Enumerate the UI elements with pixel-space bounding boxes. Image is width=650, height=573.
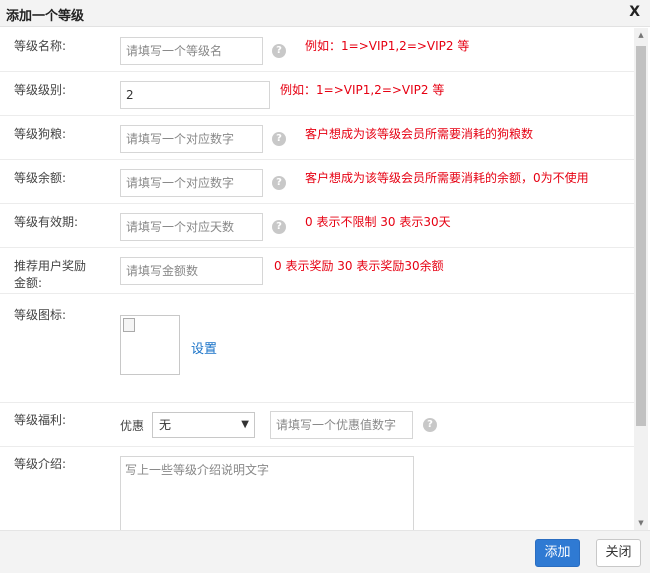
- icon-label: 等级图标:: [14, 308, 67, 322]
- dog-food-hint: 客户想成为该等级会员所需要消耗的狗粮数: [305, 127, 534, 141]
- level-icon-image[interactable]: [120, 315, 180, 375]
- scrollbar-thumb[interactable]: [636, 46, 646, 426]
- discount-label: 优惠: [120, 419, 145, 433]
- referral-input[interactable]: [120, 257, 263, 285]
- intro-label: 等级介绍:: [14, 457, 67, 471]
- name-input[interactable]: [120, 37, 263, 65]
- dialog-title: 添加一个等级: [6, 9, 85, 24]
- name-hint: 例如：1=>VIP1,2=>VIP2 等: [305, 39, 470, 53]
- dog-food-input[interactable]: [120, 125, 263, 153]
- add-button[interactable]: 添加: [535, 539, 580, 567]
- row-icon: [0, 294, 634, 403]
- close-icon[interactable]: X: [629, 4, 640, 20]
- vertical-scrollbar[interactable]: ▲ ▼: [634, 28, 648, 530]
- dialog-titlebar: 添加一个等级 X: [0, 0, 650, 27]
- balance-hint: 客户想成为该等级会员所需要消耗的余额，0为不使用: [305, 171, 589, 185]
- level-hint: 例如：1=>VIP1,2=>VIP2 等: [280, 83, 445, 97]
- validity-label: 等级有效期:: [14, 215, 79, 229]
- set-icon-link[interactable]: 设置: [191, 338, 217, 357]
- level-label: 等级级别:: [14, 83, 67, 97]
- add-level-dialog: 添加一个等级 X 等级名称: ? 例如：1=>VIP1,2=>VIP2 等 等级…: [0, 0, 650, 573]
- benefit-label: 等级福利:: [14, 413, 67, 427]
- referral-hint: 0 表示奖励 30 表示奖励30余额: [274, 259, 444, 273]
- balance-label: 等级余额:: [14, 171, 67, 185]
- discount-value-input[interactable]: [270, 411, 413, 439]
- help-icon[interactable]: ?: [272, 220, 286, 234]
- level-input[interactable]: [120, 81, 270, 109]
- scroll-up-icon[interactable]: ▲: [634, 28, 648, 42]
- validity-hint: 0 表示不限制 30 表示30天: [305, 215, 451, 229]
- discount-select-value: 无: [159, 418, 172, 432]
- validity-input[interactable]: [120, 213, 263, 241]
- name-label: 等级名称:: [14, 39, 67, 53]
- intro-textarea[interactable]: [120, 456, 414, 530]
- broken-image-icon: [123, 318, 135, 332]
- help-icon[interactable]: ?: [423, 418, 437, 432]
- referral-label-line1: 推荐用户奖励: [14, 259, 87, 273]
- scroll-down-icon[interactable]: ▼: [634, 516, 648, 530]
- dog-food-label: 等级狗粮:: [14, 127, 67, 141]
- dialog-footer: 添加 关闭: [0, 530, 650, 573]
- balance-input[interactable]: [120, 169, 263, 197]
- referral-label-line2: 金额:: [14, 276, 43, 290]
- help-icon[interactable]: ?: [272, 44, 286, 58]
- help-icon[interactable]: ?: [272, 176, 286, 190]
- help-icon[interactable]: ?: [272, 132, 286, 146]
- form-content: 等级名称: ? 例如：1=>VIP1,2=>VIP2 等 等级级别: 例如：1=…: [0, 28, 634, 530]
- close-button[interactable]: 关闭: [596, 539, 641, 567]
- chevron-down-icon: ▼: [241, 419, 249, 430]
- discount-select[interactable]: 无 ▼: [152, 412, 255, 438]
